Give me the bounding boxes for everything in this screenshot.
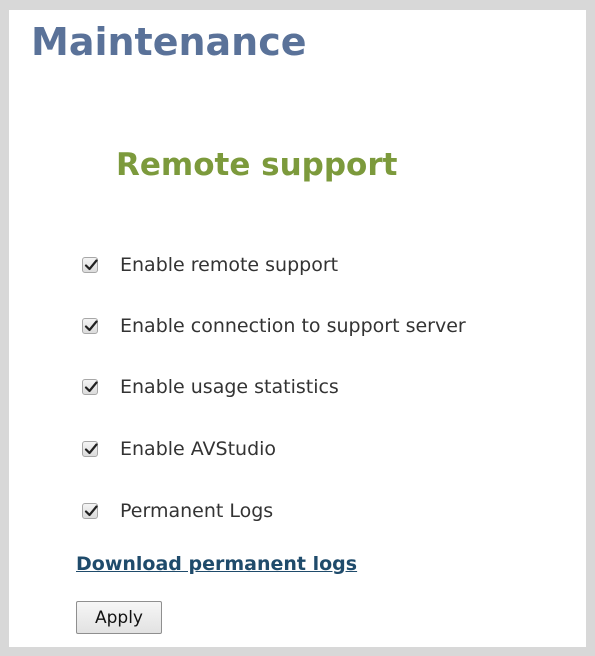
option-enable-remote-support[interactable]: Enable remote support (82, 250, 338, 280)
checkmark-icon (84, 320, 98, 332)
option-enable-usage-statistics[interactable]: Enable usage statistics (82, 372, 339, 402)
permanent-logs-label: Permanent Logs (120, 500, 274, 522)
section-title-remote-support: Remote support (116, 147, 398, 183)
option-enable-connection-to-support-server[interactable]: Enable connection to support server (82, 311, 466, 341)
checkmark-icon (84, 505, 98, 517)
enable-avstudio-checkbox[interactable] (82, 441, 98, 457)
download-permanent-logs-link[interactable]: Download permanent logs (76, 550, 357, 578)
option-enable-avstudio[interactable]: Enable AVStudio (82, 434, 276, 464)
enable-remote-support-checkbox[interactable] (82, 257, 98, 273)
enable-avstudio-label: Enable AVStudio (120, 438, 277, 460)
enable-remote-support-label: Enable remote support (120, 254, 339, 276)
apply-button[interactable]: Apply (76, 601, 162, 634)
page-title: Maintenance (31, 20, 307, 64)
permanent-logs-checkbox[interactable] (82, 503, 98, 519)
enable-connection-to-support-server-label: Enable connection to support server (120, 315, 466, 337)
enable-usage-statistics-label: Enable usage statistics (120, 376, 339, 398)
enable-usage-statistics-checkbox[interactable] (82, 379, 98, 395)
checkmark-icon (84, 259, 98, 271)
checkmark-icon (84, 381, 98, 393)
checkmark-icon (84, 443, 98, 455)
enable-connection-to-support-server-checkbox[interactable] (82, 318, 98, 334)
option-permanent-logs[interactable]: Permanent Logs (82, 496, 273, 526)
